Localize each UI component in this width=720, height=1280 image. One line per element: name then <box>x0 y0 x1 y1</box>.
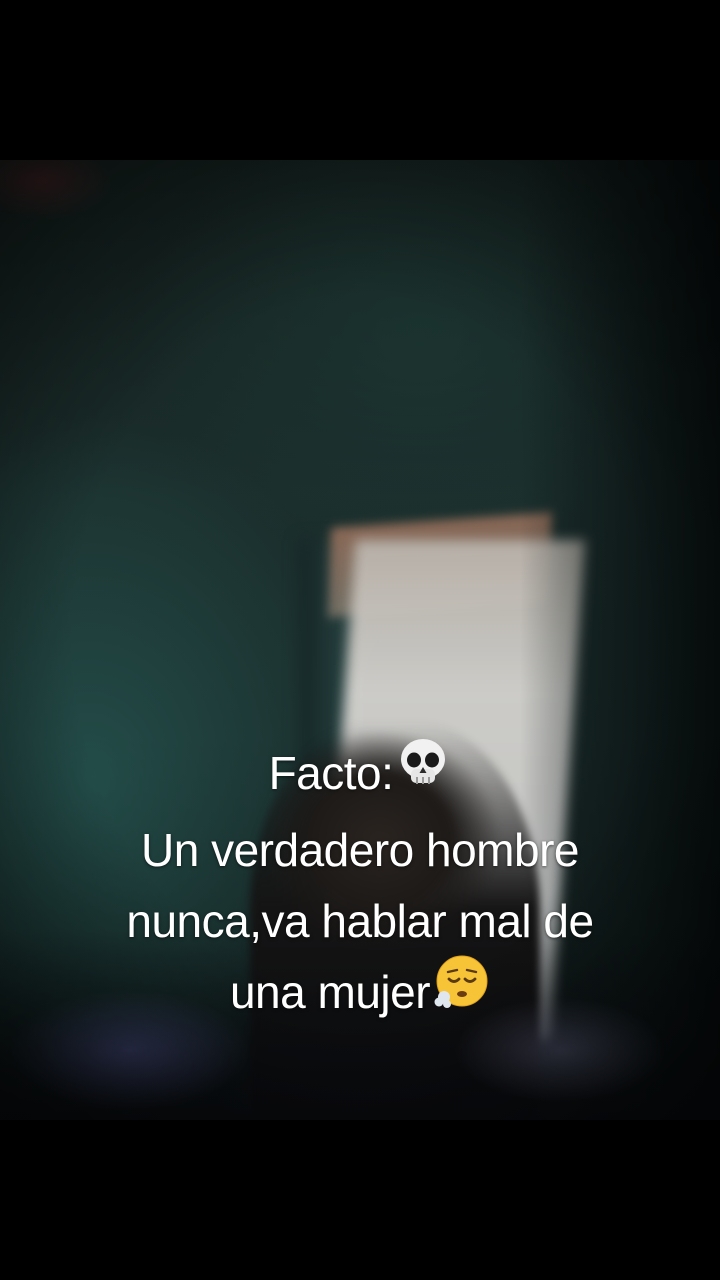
caption-text: Facto: Un verdadero hombre nunca,va habl… <box>40 738 680 1035</box>
caption-line-4: una mujer <box>40 955 680 1035</box>
exhaling-face-icon <box>432 953 490 1031</box>
top-letterbox <box>0 0 720 160</box>
caption-line-3: nunca,va hablar mal de <box>126 894 594 947</box>
skull-icon <box>395 735 451 811</box>
bottom-letterbox <box>0 1120 720 1280</box>
caption-line-2: Un verdadero hombre <box>141 823 579 876</box>
caption-line-1: Facto: <box>40 738 680 815</box>
